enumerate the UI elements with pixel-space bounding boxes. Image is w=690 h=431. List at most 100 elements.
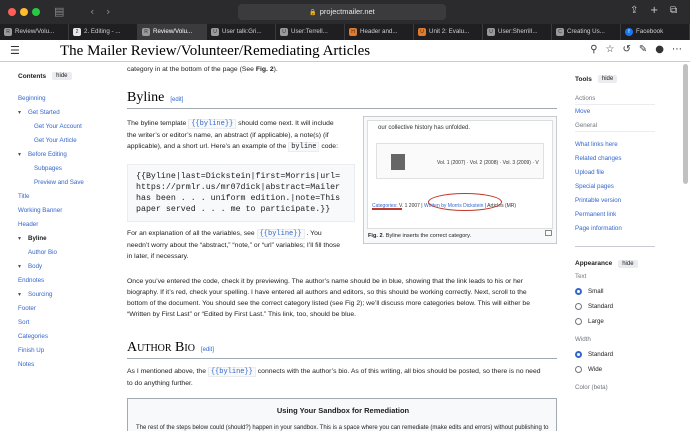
tab-3[interactable]: U User talk:Gri... <box>207 24 276 40</box>
upload-file-link[interactable]: Upload file <box>575 166 655 180</box>
forward-icon[interactable]: › <box>106 5 110 18</box>
radio-selected[interactable] <box>575 288 582 295</box>
search-icon[interactable]: ⚲ <box>590 44 597 55</box>
tab-6[interactable]: U Unit 2: Evalu... <box>414 24 483 40</box>
text-size-small[interactable]: Small <box>575 284 655 299</box>
user-icon[interactable]: ● <box>655 44 664 55</box>
special-pages-link[interactable]: Special pages <box>575 180 655 194</box>
toc-item-get-your-article[interactable]: Get Your Article <box>18 134 114 148</box>
related-changes-link[interactable]: Related changes <box>575 152 655 166</box>
width-wide[interactable]: Wide <box>575 362 655 377</box>
toc-item-title[interactable]: Title <box>18 190 114 204</box>
toc-item-finish-up[interactable]: Finish Up <box>18 344 114 358</box>
edit-section-link[interactable]: [edit] <box>201 347 214 353</box>
tab-1[interactable]: 2 2. Editing - ... <box>69 24 138 40</box>
what-links-here-link[interactable]: What links here <box>575 138 655 152</box>
text-size-standard[interactable]: Standard <box>575 299 655 314</box>
toc-item-sort[interactable]: Sort <box>18 316 114 330</box>
tab-favicon: U <box>418 28 426 36</box>
radio-label: Small <box>588 288 604 295</box>
back-icon[interactable]: ‹ <box>90 5 94 18</box>
toc-item-body[interactable]: ▾ Body <box>18 260 114 274</box>
toc-item-beginning[interactable]: Beginning <box>18 92 114 106</box>
header-icons: ⚲ ☆ ↺ ✎ ● ⋯ <box>590 44 682 55</box>
toc-item-label: Footer <box>18 305 36 312</box>
toc-item-footer[interactable]: Footer <box>18 302 114 316</box>
enlarge-icon[interactable] <box>545 230 552 236</box>
address-bar[interactable]: 🔒 projectmailer.net <box>238 4 446 20</box>
appearance-hide-button[interactable]: hide <box>618 259 638 268</box>
byline-template-code[interactable]: {{byline}} <box>188 119 237 129</box>
sandbox-text: The rest of the steps below could (shoul… <box>136 425 549 431</box>
radio[interactable] <box>575 303 582 310</box>
toc-item-get-started[interactable]: ▾ Get Started <box>18 106 114 120</box>
byline-template-code[interactable]: {{byline}} <box>207 367 256 377</box>
toc-item-label: Notes <box>18 361 35 368</box>
preview-paragraph: Once you’ve entered the code, check it b… <box>127 276 557 320</box>
radio-label: Large <box>588 318 604 325</box>
tab-favicon: R <box>4 28 12 36</box>
sandbox-title: Using Your Sandbox for Remediation <box>276 406 410 415</box>
edit-pencil-icon[interactable]: ✎ <box>639 44 647 55</box>
text: category in at the bottom of the page (S… <box>127 66 256 73</box>
radio[interactable] <box>575 318 582 325</box>
chevron-down-icon[interactable]: ▾ <box>18 260 21 274</box>
page-scrollbar[interactable] <box>683 64 688 184</box>
text: should come next. It will include <box>236 120 334 127</box>
tab-0[interactable]: R Review/Volu... <box>0 24 69 40</box>
radio-selected[interactable] <box>575 351 582 358</box>
toc-item-header[interactable]: Header <box>18 218 114 232</box>
tab-2-active[interactable]: R Review/Volu... <box>138 24 207 40</box>
new-tab-icon[interactable]: + <box>650 5 658 16</box>
watch-star-icon[interactable]: ☆ <box>606 44 615 55</box>
text-size-label: Text <box>575 273 587 280</box>
tools-general-label: General <box>575 119 655 132</box>
more-icon[interactable]: ⋯ <box>672 44 682 55</box>
chevron-down-icon[interactable]: ▾ <box>18 288 21 302</box>
toc-item-before-editing[interactable]: ▾ Before Editing <box>18 148 114 162</box>
toc-item-author-bio[interactable]: Author Bio <box>18 246 114 260</box>
text-size-large[interactable]: Large <box>575 314 655 329</box>
appearance-title: Appearance <box>575 260 613 267</box>
chevron-down-icon[interactable]: ▾ <box>18 106 21 120</box>
chevron-down-icon[interactable]: ▾ <box>18 148 21 162</box>
permanent-link[interactable]: Permanent link <box>575 208 655 222</box>
tab-5[interactable]: H Header and... <box>345 24 414 40</box>
close-window-button[interactable] <box>8 8 16 16</box>
toc-item-get-your-account[interactable]: Get Your Account <box>18 120 114 134</box>
toc-item-label: Byline <box>28 235 47 242</box>
tab-label: Review/Volu... <box>153 28 193 35</box>
toc-item-preview-and-save[interactable]: Preview and Save <box>18 176 114 190</box>
toc-item-sourcing[interactable]: ▾ Sourcing <box>18 288 114 302</box>
minimize-window-button[interactable] <box>20 8 28 16</box>
code-line: https://prmlr.us/mr07dick|abstract=Maile… <box>136 183 341 192</box>
history-icon[interactable]: ↺ <box>622 44 630 55</box>
chevron-down-icon[interactable]: ▾ <box>18 232 21 246</box>
printable-version-link[interactable]: Printable version <box>575 194 655 208</box>
toc-item-categories[interactable]: Categories <box>18 330 114 344</box>
figure-image[interactable]: our collective history has unfolded. Vol… <box>367 120 553 229</box>
tools-move-link[interactable]: Move <box>575 105 655 119</box>
edit-section-link[interactable]: [edit] <box>170 97 183 103</box>
zoom-window-button[interactable] <box>32 8 40 16</box>
toc-item-subpages[interactable]: Subpages <box>18 162 114 176</box>
radio[interactable] <box>575 366 582 373</box>
main-menu-icon[interactable]: ☰ <box>10 44 20 57</box>
tools-hide-button[interactable]: hide <box>597 75 618 83</box>
tab-9[interactable]: f Facebook <box>621 24 690 40</box>
toc-item-notes[interactable]: Notes <box>18 358 114 372</box>
tab-8[interactable]: C Creating Us... <box>552 24 621 40</box>
toc-item-byline[interactable]: ▾ Byline <box>18 232 114 246</box>
toc-item-endnotes[interactable]: Endnotes <box>18 274 114 288</box>
byline-template-link[interactable]: {{byline}} <box>256 229 305 239</box>
tab-7[interactable]: U User:SherrilI... <box>483 24 552 40</box>
width-standard[interactable]: Standard <box>575 347 655 362</box>
tab-overview-icon[interactable]: ⧉ <box>670 5 677 16</box>
tab-4[interactable]: U User:Terrell... <box>276 24 345 40</box>
sidebar-toggle-icon[interactable]: ▤ <box>54 5 64 18</box>
toc-item-working-banner[interactable]: Working Banner <box>18 204 114 218</box>
toc-hide-button[interactable]: hide <box>52 72 72 80</box>
fig-volumes: Vol. 1 (2007) · Vol. 2 (2008) · Vol. 3 (… <box>437 160 539 166</box>
page-information-link[interactable]: Page information <box>575 222 655 236</box>
share-icon[interactable]: ⇪ <box>630 5 638 16</box>
